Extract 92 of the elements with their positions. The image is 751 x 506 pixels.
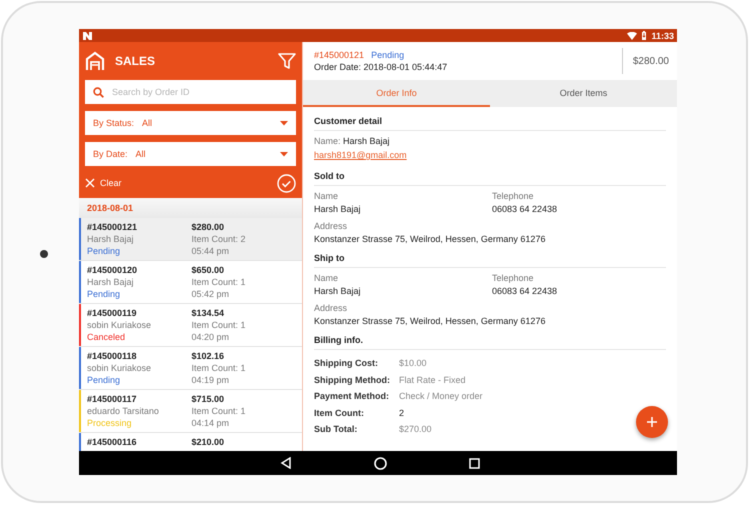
customer-name: Harsh Bajaj [343,136,390,146]
item-count: Item Count: 1 [192,362,247,374]
order-time: 04:14 pm [192,417,230,429]
field-label: Shipping Cost: [314,358,379,368]
tab[interactable]: Order Items [490,80,677,107]
field-value: 06083 64 22438 [492,286,558,296]
field-label: Telephone [492,273,535,283]
order-date: Order Date: 2018-08-01 05:44:47 [314,62,448,72]
field-value: Konstanzer Strasse 75, Weilrod, Hessen, Germany 61276 [314,234,546,244]
order-id: #145000117 [87,393,138,405]
order-total: $134.54 [192,307,226,319]
dropdown-caret-icon [280,120,288,126]
field-value: Flat Rate - Fixed [399,374,466,385]
order-status: Pending [371,50,404,60]
field-value: Konstanzer Strasse 75, Weilrod, Hessen, Germany 61276 [314,316,546,326]
item-count: Item Count: 1 [192,276,247,288]
order-time: 04:20 pm [192,331,230,343]
order-list-item[interactable]: #145000119 sobin Kuriakose Canceled $134.54 Item Count: 1 04:20 pm [79,304,302,347]
field-value: $270.00 [399,424,432,434]
order-time: 04:19 pm [192,374,230,386]
section-heading: Customer detail [314,107,666,131]
order-id: #145000121 [314,50,364,60]
camera-icon [40,250,48,258]
field-value: 06083 64 22438 [492,204,558,214]
dropdown-field[interactable]: By Date: All [85,142,296,166]
order-id: #145000120 [87,264,138,276]
order-status: Pending [87,374,122,386]
section-heading: Ship to [314,244,666,268]
field-value: Harsh Bajaj [314,204,362,214]
clock-text: 11:33 [651,30,674,40]
home-icon[interactable] [374,456,387,470]
order-total: $280.00 [622,48,677,74]
field-label: Item Count: [314,408,365,418]
order-id: #145000116 [87,436,138,448]
order-status: Pending [87,245,122,257]
field-label: Address [314,221,348,231]
order-list-item[interactable]: #145000117 eduardo Tarsitano Processing $715.00 Item Count: 1 04:14 pm [79,390,302,433]
field-label: Name [314,273,340,283]
order-status: Canceled [87,331,126,343]
field-label: Address [314,303,348,313]
customer-name: Harsh Bajaj [87,276,135,288]
field-label: Shipping Method: [314,374,391,385]
order-list-item[interactable]: #145000118 sobin Kuriakose Pending $102.16 Item Count: 1 04:19 pm [79,347,302,390]
item-count: Item Count: 1 [192,319,247,331]
dropdown-caret-icon [280,152,288,156]
section-heading: Billing info. [314,326,666,350]
item-count: Item Count: 2 [192,233,247,245]
order-time: 05:42 pm [192,288,230,300]
field-value: $10.00 [399,358,427,368]
plus-icon [647,417,657,427]
section-heading: Sold to [314,162,666,186]
recents-icon[interactable] [469,458,480,468]
field-value: Harsh Bajaj [314,286,362,296]
customer-name: sobin Kuriakose [87,319,152,331]
warehouse-icon [85,51,105,71]
dropdown-field[interactable]: By Status: All [85,111,296,135]
clear-button[interactable]: Clear [85,178,122,188]
field-label: Payment Method: [314,391,390,402]
check-circle-icon[interactable] [277,174,296,192]
field-label: Telephone [492,191,535,201]
field-value: 2 [399,408,404,418]
order-list-item[interactable]: #145000121 Harsh Bajaj Pending $280.00 Item Count: 2 05:44 pm [79,218,302,261]
wifi-icon [627,32,638,40]
field-label: Sub Total: [314,424,358,434]
add-button[interactable] [636,406,668,438]
item-count: Item Count: 1 [192,405,247,417]
notification-icon [83,32,92,40]
search-icon [93,87,104,98]
back-icon[interactable] [280,457,292,469]
order-id: #145000121 [87,221,138,233]
order-status: Processing [87,417,133,429]
order-total: $715.00 [192,393,226,405]
close-icon [85,178,95,188]
order-total: $102.16 [192,350,226,362]
customer-name: eduardo Tarsitano [87,405,160,417]
field-label: Name [314,191,340,201]
order-id: #145000119 [87,307,138,319]
search-field[interactable]: Search by Order ID [85,80,296,104]
app-title: SALES [115,54,156,68]
order-list-item[interactable]: #145000120 Harsh Bajaj Pending $650.00 Item Count: 1 05:42 pm [79,261,302,304]
order-total: $210.00 [192,436,226,448]
field-label: Name: [314,136,341,146]
order-total: $650.00 [192,264,226,276]
order-id: #145000118 [87,350,138,362]
order-time: 05:44 pm [192,245,230,257]
order-total: $280.00 [192,221,226,233]
order-status: Pending [87,288,122,300]
customer-name: sobin Kuriakose [87,362,152,374]
date-header: 2018-08-01 [79,198,302,218]
customer-name: Harsh Bajaj [87,233,135,245]
filter-icon[interactable] [278,52,296,70]
field-value: Check / Money order [399,391,483,402]
